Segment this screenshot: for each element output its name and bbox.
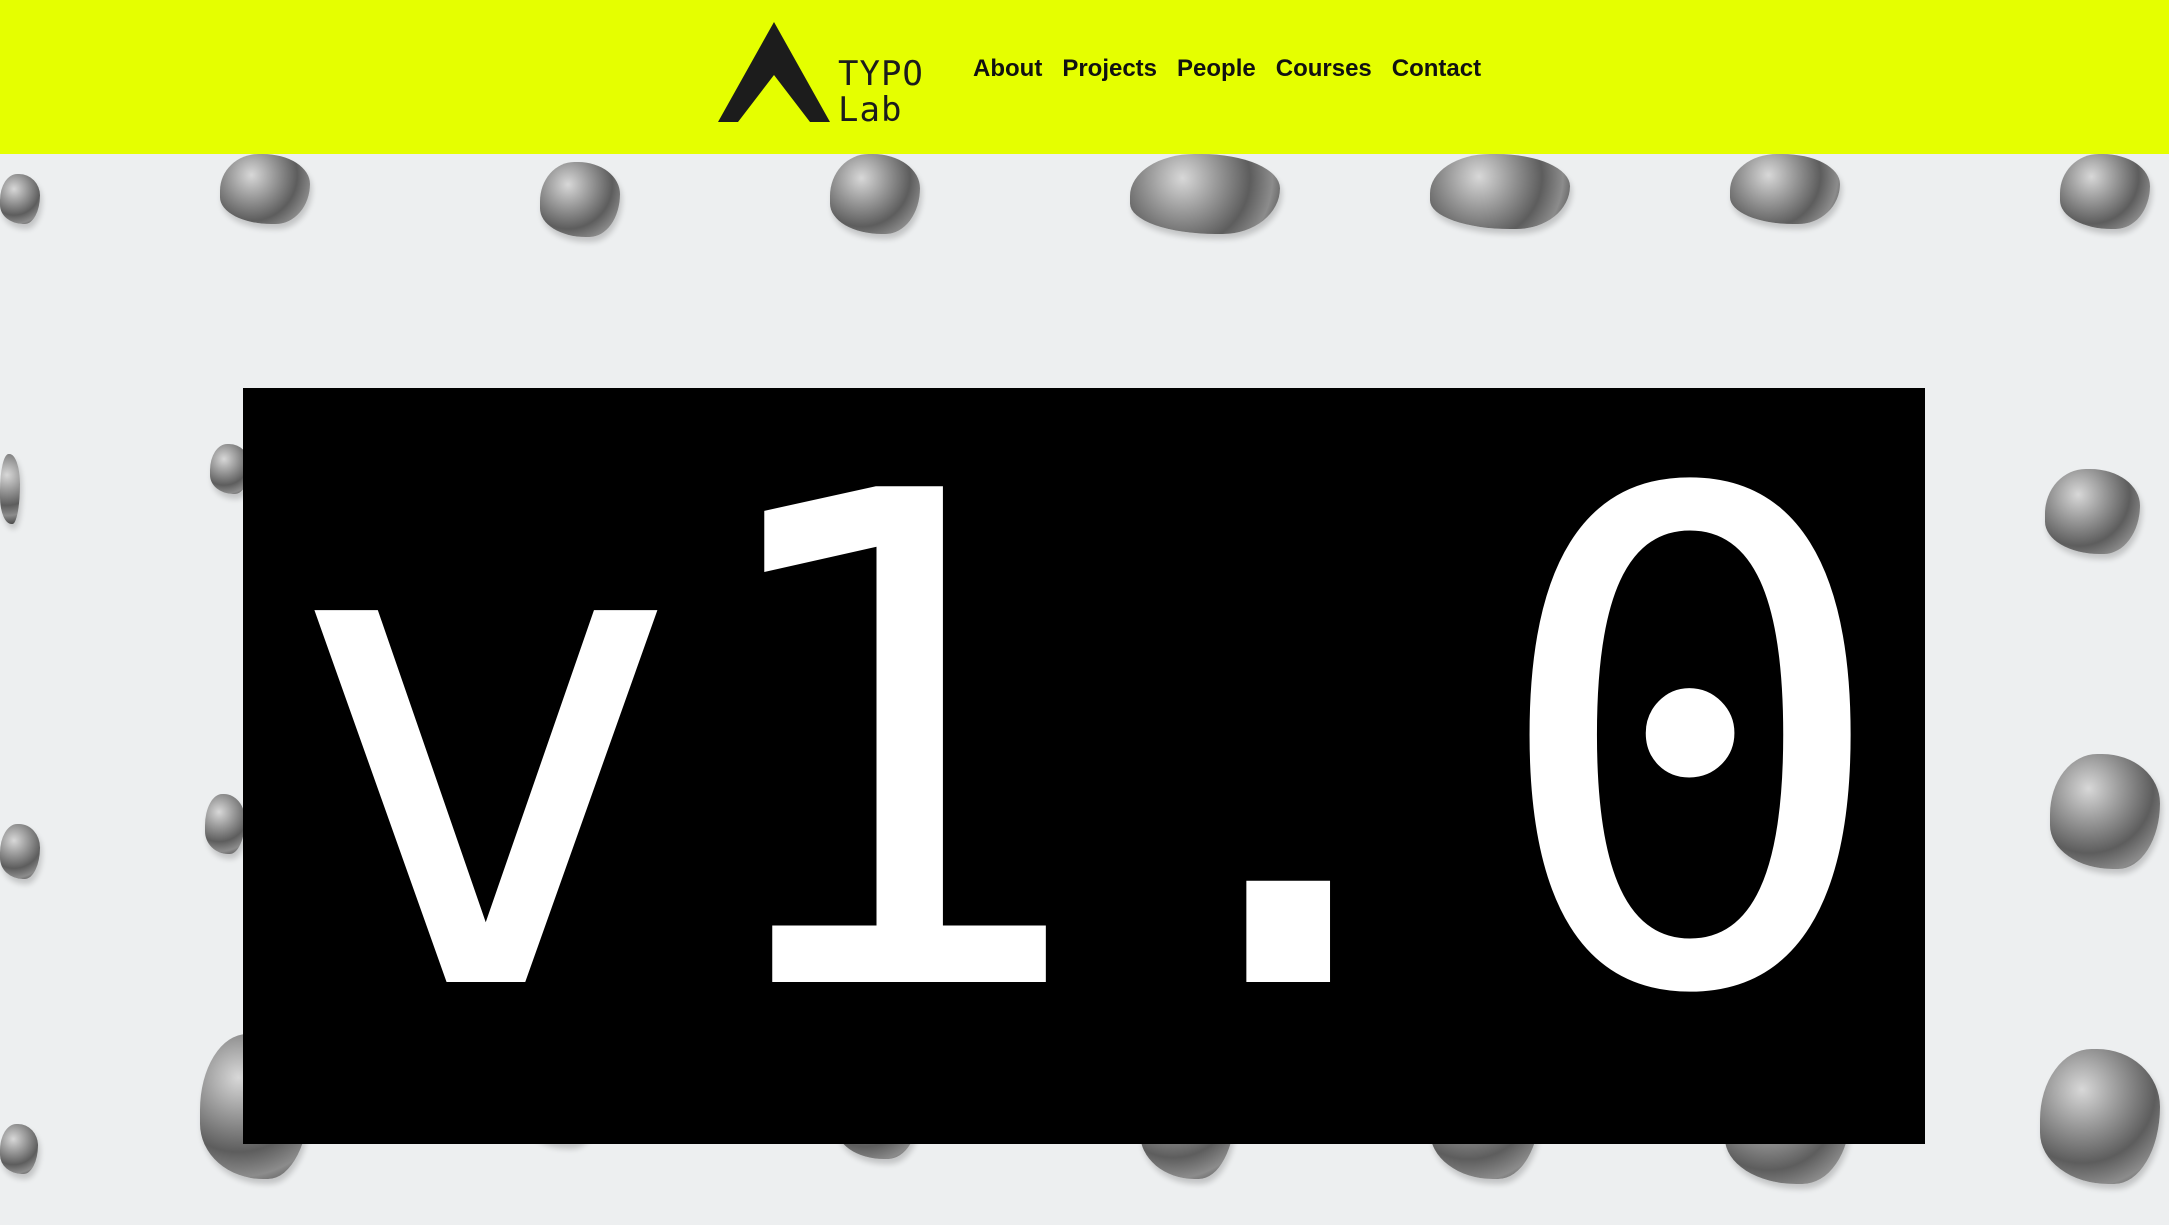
nugget-decoration: [0, 174, 40, 224]
site-header: TYPO Lab About Projects People Courses C…: [0, 0, 2169, 154]
triangle-a-logo-icon: [718, 22, 830, 122]
nugget-decoration: [830, 154, 920, 234]
nugget-decoration: [1130, 154, 1280, 234]
hero-section: v1.0: [0, 154, 2169, 1225]
nav-courses[interactable]: Courses: [1276, 55, 1372, 83]
nugget-decoration: [0, 454, 20, 524]
nav-contact[interactable]: Contact: [1392, 55, 1481, 83]
nugget-decoration: [2060, 154, 2150, 229]
nugget-decoration: [0, 1124, 38, 1174]
nugget-decoration: [2045, 469, 2140, 554]
nav-about[interactable]: About: [973, 55, 1042, 83]
nugget-decoration: [1730, 154, 1840, 224]
nugget-decoration: [1430, 154, 1570, 229]
logo-wordmark: TYPO Lab: [838, 56, 924, 128]
version-label: v1.0: [281, 388, 1895, 1143]
nugget-decoration: [2040, 1049, 2160, 1184]
nugget-decoration: [2050, 754, 2160, 869]
logo-link[interactable]: TYPO Lab: [718, 20, 928, 128]
main-nav: About Projects People Courses Contact: [973, 55, 1481, 83]
nav-projects[interactable]: Projects: [1062, 55, 1157, 83]
nav-people[interactable]: People: [1177, 55, 1256, 83]
logo-line-1: TYPO: [838, 54, 924, 94]
nugget-decoration: [540, 162, 620, 237]
nugget-decoration: [205, 794, 245, 854]
logo-line-2: Lab: [838, 90, 903, 130]
nugget-decoration: [0, 824, 40, 879]
nugget-decoration: [220, 154, 310, 224]
version-banner: v1.0: [243, 388, 1925, 1144]
